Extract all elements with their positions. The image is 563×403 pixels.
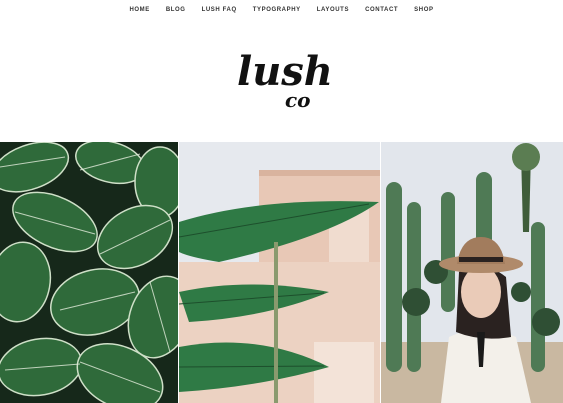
gallery-photo-leaves[interactable]: [0, 142, 178, 403]
top-navigation: HOME BLOG LUSH FAQ TYPOGRAPHY LAYOUTS CO…: [0, 0, 563, 20]
logo-mark: lush co: [237, 48, 333, 112]
nav-contact[interactable]: CONTACT: [357, 7, 406, 13]
site-logo[interactable]: lush co: [0, 40, 563, 120]
woman-cacti-image: [381, 142, 563, 403]
gallery-photo-woman-cacti[interactable]: [381, 142, 563, 403]
nav-blog[interactable]: BLOG: [158, 7, 194, 13]
nav-shop[interactable]: SHOP: [406, 7, 441, 13]
leaves-image: [0, 142, 178, 403]
photo-gallery: [0, 142, 563, 403]
logo-subtext: co: [285, 88, 311, 112]
nav-layouts[interactable]: LAYOUTS: [309, 7, 357, 13]
banana-leaves-image: [179, 142, 380, 403]
nav-typography[interactable]: TYPOGRAPHY: [245, 7, 309, 13]
nav-home[interactable]: HOME: [121, 7, 157, 13]
nav-lush-faq[interactable]: LUSH FAQ: [194, 7, 245, 13]
gallery-photo-banana-leaves[interactable]: [179, 142, 380, 403]
